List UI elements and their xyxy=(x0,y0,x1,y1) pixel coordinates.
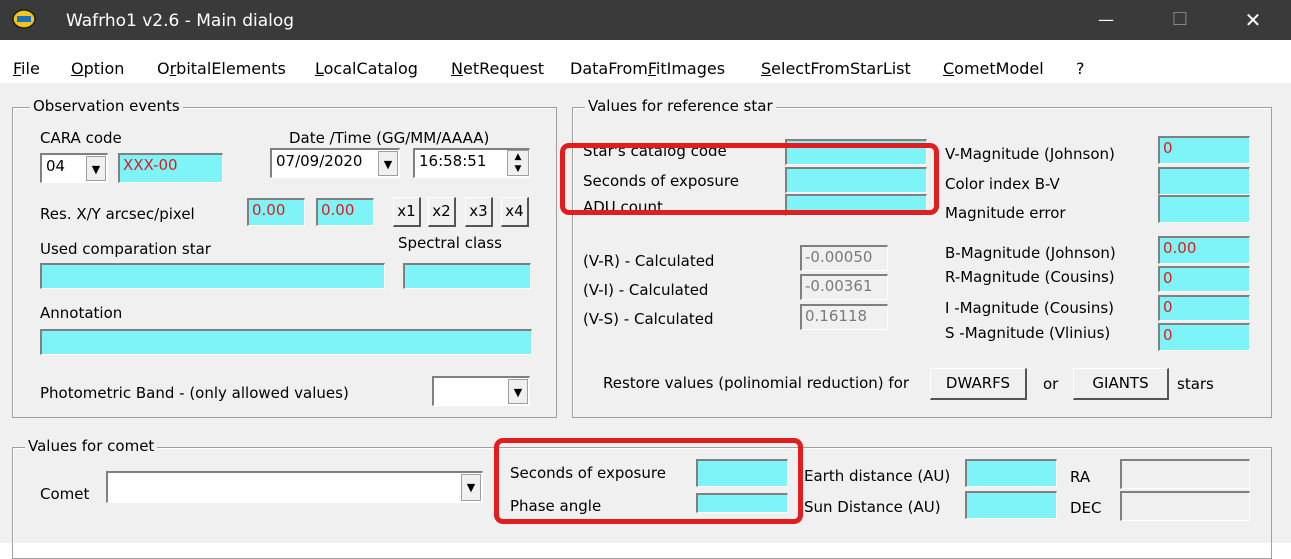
vs-calculated-label: (V-S) - Calculated xyxy=(583,310,714,328)
annotation-label: Annotation xyxy=(40,304,123,322)
s-magnitude-field[interactable]: 0 xyxy=(1158,323,1250,351)
stars-label: stars xyxy=(1177,375,1214,393)
ra-field xyxy=(1120,459,1250,489)
cara-code-label: CARA code xyxy=(40,129,122,147)
datetime-label: Date /Time (GG/MM/AAAA) xyxy=(289,129,490,147)
i-magnitude-label: I -Magnitude (Cousins) xyxy=(945,299,1115,317)
color-index-label: Color index B-V xyxy=(945,175,1060,193)
chevron-down-icon: ▼ xyxy=(461,474,481,501)
date-value: 07/09/2020 xyxy=(276,152,363,170)
ra-label: RA xyxy=(1070,468,1091,486)
comparison-star-field[interactable] xyxy=(40,263,385,289)
sun-distance-field[interactable] xyxy=(965,491,1057,519)
i-magnitude-field[interactable]: 0 xyxy=(1158,295,1250,321)
menu-local-catalog[interactable]: LocalCatalog xyxy=(315,59,418,78)
dec-field xyxy=(1120,491,1250,521)
vi-calculated-field: -0.00361 xyxy=(800,274,888,300)
cara-code-select[interactable]: 04 ▼ xyxy=(40,153,108,183)
vr-calculated-field: -0.00050 xyxy=(800,245,888,271)
highlight-comet-exposure xyxy=(494,438,803,524)
date-picker[interactable]: 07/09/2020 ▼ xyxy=(270,148,400,178)
res-y-field[interactable]: 0.00 xyxy=(316,198,374,226)
earth-distance-field[interactable] xyxy=(965,459,1057,487)
x1-button[interactable]: x1 xyxy=(393,197,421,227)
dialog-body: Observation events CARA code Date /Time … xyxy=(0,83,1291,559)
or-label: or xyxy=(1043,375,1059,393)
r-magnitude-field[interactable]: 0 xyxy=(1158,266,1250,292)
time-spinner[interactable]: ▲ ▼ xyxy=(507,150,529,176)
earth-distance-label: Earth distance (AU) xyxy=(804,467,951,485)
cara-code-value: 04 xyxy=(46,157,66,175)
spectral-class-label: Spectral class xyxy=(398,234,502,252)
spin-down-icon[interactable]: ▼ xyxy=(508,163,528,175)
menu-net-request[interactable]: NetRequest xyxy=(451,59,544,78)
menu-option[interactable]: Option xyxy=(71,59,124,78)
annotation-field[interactable] xyxy=(40,329,532,355)
comparison-star-label: Used comparation star xyxy=(40,240,211,258)
spin-up-icon[interactable]: ▲ xyxy=(508,151,528,163)
minimize-button[interactable]: — xyxy=(1076,0,1136,40)
magnitude-error-label: Magnitude error xyxy=(945,204,1066,222)
vs-calculated-field: 0.16118 xyxy=(800,304,888,330)
s-magnitude-label: S -Magnitude (Vlinius) xyxy=(945,324,1111,342)
b-magnitude-label: B-Magnitude (Johnson) xyxy=(945,244,1116,262)
spectral-class-field[interactable] xyxy=(403,263,531,289)
vi-calculated-label: (V-I) - Calculated xyxy=(583,281,709,299)
photometric-band-label: Photometric Band - (only allowed values) xyxy=(40,384,349,402)
chevron-down-icon: ▼ xyxy=(508,379,528,404)
dwarfs-button[interactable]: DWARFS xyxy=(930,368,1027,400)
menu-bar: File Option OrbitalElements LocalCatalog… xyxy=(0,40,1291,83)
cara-id-field[interactable]: XXX-00 xyxy=(118,153,223,183)
resolution-label: Res. X/Y arcsec/pixel xyxy=(40,205,195,223)
highlight-ref-exposure xyxy=(560,143,939,215)
reference-star-legend: Values for reference star xyxy=(585,97,776,115)
chevron-down-icon: ▼ xyxy=(378,151,398,176)
photometric-band-select[interactable]: ▼ xyxy=(432,376,530,406)
x2-button[interactable]: x2 xyxy=(428,197,456,227)
color-index-field[interactable] xyxy=(1158,167,1250,195)
vr-calculated-label: (V-R) - Calculated xyxy=(583,252,715,270)
menu-comet-model[interactable]: CometModel xyxy=(943,59,1044,78)
menu-data-from-fit-images[interactable]: DataFromFitImages xyxy=(570,59,725,78)
menu-orbital-elements[interactable]: OrbitalElements xyxy=(157,59,286,78)
menu-select-from-star-list[interactable]: SelectFromStarList xyxy=(761,59,911,78)
res-x-field[interactable]: 0.00 xyxy=(247,198,305,226)
comet-legend: Values for comet xyxy=(25,437,158,455)
comet-select[interactable]: ▼ xyxy=(106,471,483,503)
chevron-down-icon: ▼ xyxy=(86,156,106,181)
x4-button[interactable]: x4 xyxy=(501,197,529,227)
observation-events-legend: Observation events xyxy=(30,97,183,115)
dec-label: DEC xyxy=(1070,499,1102,517)
x3-button[interactable]: x3 xyxy=(465,197,493,227)
giants-button[interactable]: GIANTS xyxy=(1073,368,1169,400)
r-magnitude-label: R-Magnitude (Cousins) xyxy=(945,268,1115,286)
time-value: 16:58:51 xyxy=(419,152,487,170)
v-magnitude-label: V-Magnitude (Johnson) xyxy=(945,145,1115,163)
restore-values-label: Restore values (polinomial reduction) fo… xyxy=(603,374,910,392)
menu-help[interactable]: ? xyxy=(1076,59,1085,78)
window-title: Wafrho1 v2.6 - Main dialog xyxy=(66,11,295,31)
b-magnitude-field[interactable]: 0.00 xyxy=(1158,236,1250,264)
maximize-button[interactable]: ☐ xyxy=(1150,0,1210,40)
magnitude-error-field[interactable] xyxy=(1158,195,1250,223)
app-icon xyxy=(12,9,36,29)
close-button[interactable]: ✕ xyxy=(1223,0,1283,40)
title-bar: Wafrho1 v2.6 - Main dialog — ☐ ✕ xyxy=(0,0,1291,40)
comet-label: Comet xyxy=(40,485,90,503)
menu-file[interactable]: File xyxy=(13,59,40,78)
sun-distance-label: Sun Distance (AU) xyxy=(804,498,941,516)
v-magnitude-field[interactable]: 0 xyxy=(1158,136,1250,164)
